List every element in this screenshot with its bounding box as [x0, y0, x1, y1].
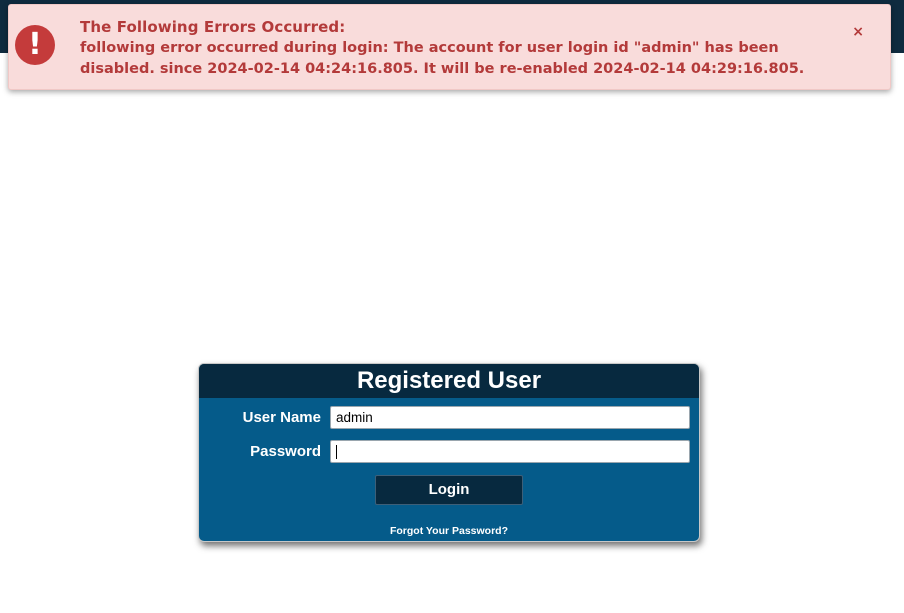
- password-row: Password: [199, 440, 699, 464]
- login-panel-title: Registered User: [199, 364, 699, 398]
- text-cursor: [336, 445, 337, 459]
- error-message: following error occurred during login: T…: [80, 40, 805, 77]
- username-label: User Name: [242, 409, 321, 426]
- login-button[interactable]: Login: [375, 475, 523, 505]
- error-banner: ! The Following Errors Occurred: followi…: [8, 4, 891, 90]
- username-row: User Name: [199, 406, 699, 430]
- login-panel: Registered User User Name Password Login…: [198, 363, 700, 542]
- close-icon[interactable]: ×: [852, 24, 864, 40]
- password-input[interactable]: [330, 440, 690, 463]
- exclamation-icon: !: [15, 25, 55, 65]
- error-title: The Following Errors Occurred:: [80, 18, 346, 36]
- forgot-password-link[interactable]: Forgot Your Password?: [199, 525, 699, 537]
- username-input[interactable]: [330, 406, 690, 429]
- password-label: Password: [250, 443, 321, 460]
